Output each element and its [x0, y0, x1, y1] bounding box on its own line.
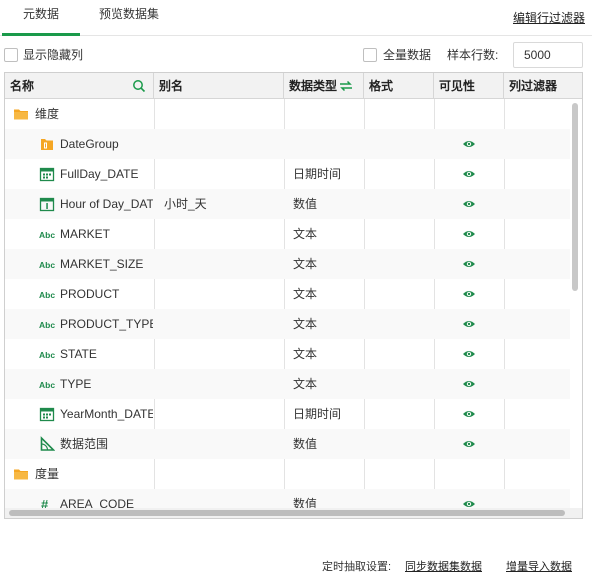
- sync-dataset-link[interactable]: 同步数据集数据: [405, 558, 482, 574]
- visibility-eye-icon[interactable]: [462, 258, 476, 270]
- row-name: 数据范围: [60, 437, 109, 451]
- row-name: STATE: [60, 347, 97, 361]
- row-data-type[interactable]: 日期时间: [293, 159, 361, 189]
- search-icon[interactable]: [132, 79, 146, 93]
- column-header-filter[interactable]: 列过滤器: [504, 73, 582, 99]
- text-abc-icon: Abc: [39, 286, 55, 302]
- sample-rows-input[interactable]: 5000: [513, 42, 583, 68]
- text-abc-icon: Abc: [39, 226, 55, 242]
- table-row[interactable]: DateGroup: [5, 129, 570, 159]
- tab-metadata[interactable]: 元数据: [2, 0, 80, 36]
- tab-bar: 元数据 预览数据集 编辑行过滤器: [0, 0, 592, 36]
- table-row[interactable]: YearMonth_DATE 日期时间: [5, 399, 570, 429]
- row-data-type[interactable]: 文本: [293, 279, 361, 309]
- row-name: FullDay_DATE: [60, 167, 139, 181]
- row-name: MARKET_SIZE: [60, 257, 144, 271]
- folder-icon: [13, 106, 29, 122]
- show-hidden-checkbox[interactable]: [4, 48, 18, 62]
- full-data-label: 全量数据: [383, 48, 432, 62]
- date-group-icon: [39, 136, 55, 152]
- grid-header: 名称 别名 数据类型 格式 可见性 列过滤器: [5, 73, 582, 99]
- horizontal-scrollbar-track: [5, 508, 582, 518]
- visibility-eye-icon[interactable]: [462, 168, 476, 180]
- range-triangle-icon: [39, 436, 56, 452]
- column-header-type-label: 数据类型: [289, 79, 338, 93]
- row-name: MARKET: [60, 227, 111, 241]
- footer: 定时抽取设置: 同步数据集数据 增量导入数据: [0, 556, 592, 574]
- text-abc-icon: Abc: [39, 376, 55, 392]
- table-row[interactable]: Abc PRODUCT_TYPE 文本: [5, 309, 570, 339]
- visibility-eye-icon[interactable]: [462, 228, 476, 240]
- full-data-checkbox[interactable]: [363, 48, 377, 62]
- row-data-type[interactable]: 日期时间: [293, 399, 361, 429]
- table-row[interactable]: Abc MARKET 文本: [5, 219, 570, 249]
- row-data-type[interactable]: 文本: [293, 249, 361, 279]
- row-name: 度量: [35, 467, 60, 481]
- show-hidden-label: 显示隐藏列: [23, 48, 84, 62]
- table-row[interactable]: Abc TYPE 文本: [5, 369, 570, 399]
- svg-text:Abc: Abc: [39, 260, 55, 270]
- row-name: 维度: [35, 107, 60, 121]
- table-row[interactable]: FullDay_DATE 日期时间: [5, 159, 570, 189]
- horizontal-scrollbar[interactable]: [9, 510, 565, 516]
- text-abc-icon: Abc: [39, 256, 55, 272]
- folder-icon: [13, 466, 29, 482]
- row-name: TYPE: [60, 377, 92, 391]
- visibility-eye-icon[interactable]: [462, 348, 476, 360]
- row-data-type[interactable]: 文本: [293, 219, 361, 249]
- visibility-eye-icon[interactable]: [462, 198, 476, 210]
- row-name: Hour of Day_DATE: [60, 197, 153, 211]
- svg-text:Abc: Abc: [39, 350, 55, 360]
- table-row[interactable]: 数据范围 数值: [5, 429, 570, 459]
- row-data-type[interactable]: 数值: [293, 429, 361, 459]
- calendar-icon: [39, 406, 55, 422]
- sample-rows-label: 样本行数:: [447, 48, 499, 62]
- row-name: DateGroup: [60, 137, 119, 151]
- swap-icon[interactable]: [339, 80, 353, 92]
- row-data-type[interactable]: 文本: [293, 309, 361, 339]
- visibility-eye-icon[interactable]: [462, 138, 476, 150]
- row-name: YearMonth_DATE: [60, 407, 153, 421]
- visibility-eye-icon[interactable]: [462, 438, 476, 450]
- row-data-type[interactable]: 文本: [293, 339, 361, 369]
- tree-group-row[interactable]: 维度: [5, 99, 570, 129]
- table-row[interactable]: Abc MARKET_SIZE 文本: [5, 249, 570, 279]
- svg-text:Abc: Abc: [39, 230, 55, 240]
- column-header-alias[interactable]: 别名: [154, 73, 284, 99]
- row-name: PRODUCT: [60, 287, 120, 301]
- vertical-scrollbar[interactable]: [572, 103, 578, 291]
- svg-text:Abc: Abc: [39, 290, 55, 300]
- column-header-name-label: 名称: [10, 79, 35, 93]
- text-abc-icon: Abc: [39, 346, 55, 362]
- row-data-type[interactable]: 文本: [293, 369, 361, 399]
- column-header-format[interactable]: 格式: [364, 73, 434, 99]
- table-row[interactable]: Abc STATE 文本: [5, 339, 570, 369]
- tab-preview-dataset[interactable]: 预览数据集: [84, 0, 174, 36]
- calendar-icon: [39, 166, 55, 182]
- metadata-grid: 名称 别名 数据类型 格式 可见性 列过滤器 维度 DateGroup FullDa…: [4, 72, 583, 519]
- calendar-number-icon: [39, 196, 55, 212]
- schedule-label: 定时抽取设置:: [322, 561, 392, 573]
- table-row[interactable]: Abc PRODUCT 文本: [5, 279, 570, 309]
- visibility-eye-icon[interactable]: [462, 378, 476, 390]
- column-header-name[interactable]: 名称: [5, 73, 154, 99]
- visibility-eye-icon[interactable]: [462, 318, 476, 330]
- toolbar: 显示隐藏列 全量数据 样本行数: 5000: [0, 40, 592, 70]
- svg-text:Abc: Abc: [39, 380, 55, 390]
- tree-group-row[interactable]: 度量: [5, 459, 570, 489]
- visibility-eye-icon[interactable]: [462, 288, 476, 300]
- edit-row-filter-link[interactable]: 编辑行过滤器: [513, 9, 585, 26]
- table-row[interactable]: Hour of Day_DATE 小时_天 数值: [5, 189, 570, 219]
- row-name: PRODUCT_TYPE: [60, 317, 153, 331]
- row-alias[interactable]: 小时_天: [164, 189, 279, 219]
- incremental-import-link[interactable]: 增量导入数据: [506, 558, 572, 574]
- row-data-type[interactable]: 数值: [293, 189, 361, 219]
- svg-text:Abc: Abc: [39, 320, 55, 330]
- column-header-type[interactable]: 数据类型: [284, 73, 364, 99]
- text-abc-icon: Abc: [39, 316, 55, 332]
- visibility-eye-icon[interactable]: [462, 408, 476, 420]
- column-header-visible[interactable]: 可见性: [434, 73, 504, 99]
